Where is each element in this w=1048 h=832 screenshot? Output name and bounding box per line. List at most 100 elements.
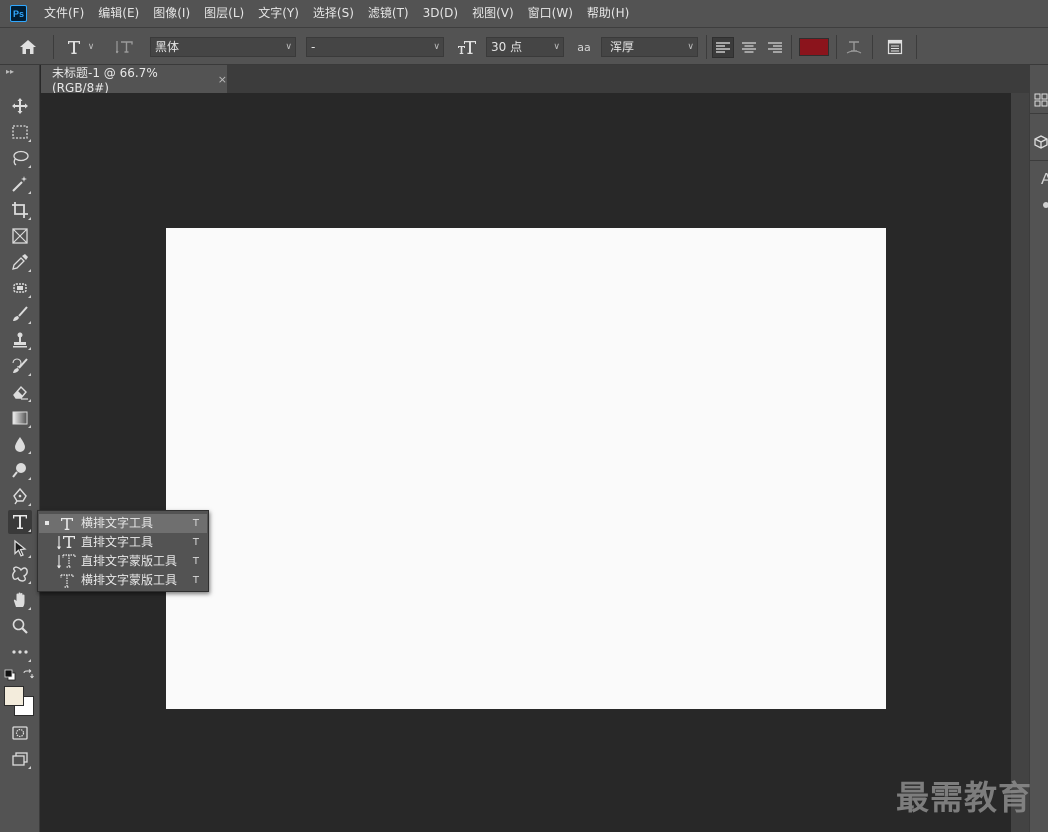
path-selection-tool[interactable] bbox=[8, 536, 32, 560]
quick-mask-button[interactable] bbox=[8, 721, 32, 745]
separator bbox=[706, 35, 707, 59]
zoom-tool[interactable] bbox=[8, 614, 32, 638]
marquee-icon bbox=[12, 125, 28, 139]
brush-tool[interactable] bbox=[8, 302, 32, 326]
document-canvas[interactable] bbox=[166, 228, 886, 709]
swap-colors-button[interactable] bbox=[22, 669, 34, 681]
type-tool-icon bbox=[67, 41, 80, 54]
align-center-button[interactable] bbox=[738, 37, 760, 58]
dodge-tool[interactable] bbox=[8, 458, 32, 482]
brush-icon bbox=[13, 306, 28, 321]
hand-tool[interactable] bbox=[8, 588, 32, 612]
close-icon[interactable]: × bbox=[218, 73, 227, 86]
font-size-field[interactable]: 30 点 ∨ bbox=[486, 37, 564, 57]
quick-mask-icon bbox=[12, 726, 28, 740]
selected-bullet-icon bbox=[45, 521, 49, 525]
type-tool[interactable] bbox=[8, 510, 32, 534]
menu-bar: Ps 文件(F) 编辑(E) 图像(I) 图层(L) 文字(Y) 选择(S) 滤… bbox=[0, 0, 1048, 27]
screen-mode-button[interactable] bbox=[8, 747, 32, 771]
pen-tool[interactable] bbox=[8, 484, 32, 508]
eraser-tool[interactable] bbox=[8, 380, 32, 404]
font-family-select[interactable]: 黑体 ∨ bbox=[150, 37, 296, 57]
panel-grid-icon[interactable] bbox=[1034, 93, 1048, 107]
align-right-button[interactable] bbox=[764, 37, 786, 58]
hand-icon bbox=[13, 592, 25, 607]
eyedropper-tool[interactable] bbox=[8, 250, 32, 274]
options-bar: ∨ 黑体 ∨ - ∨ 30 点 ∨ aa 浑厚 ∨ bbox=[0, 27, 1048, 65]
cube-3d-icon[interactable] bbox=[1034, 135, 1048, 149]
document-tab-bar: 未标题-1 @ 66.7%(RGB/8#) × bbox=[41, 65, 1029, 95]
character-panel-letter[interactable]: A bbox=[1041, 171, 1048, 189]
character-panel-button[interactable] bbox=[882, 28, 908, 66]
watermark-text: 最需教育 bbox=[896, 778, 1032, 817]
separator bbox=[872, 35, 873, 59]
foreground-color-swatch[interactable] bbox=[4, 686, 24, 706]
clone-stamp-icon bbox=[13, 332, 27, 348]
menu-edit[interactable]: 编辑(E) bbox=[91, 0, 146, 27]
marquee-tool[interactable] bbox=[8, 120, 32, 144]
flyout-item-horizontal-type-mask[interactable]: 横排文字蒙版工具 T bbox=[39, 571, 207, 590]
more-dots-icon bbox=[12, 650, 28, 654]
separator bbox=[791, 35, 792, 59]
lasso-tool[interactable] bbox=[8, 146, 32, 170]
tool-preset-picker[interactable]: ∨ bbox=[60, 28, 100, 66]
paragraph-dot-icon[interactable] bbox=[1043, 202, 1048, 208]
menu-filter[interactable]: 滤镜(T) bbox=[361, 0, 416, 27]
history-brush-tool[interactable] bbox=[8, 354, 32, 378]
menu-items: 文件(F) 编辑(E) 图像(I) 图层(L) 文字(Y) 选择(S) 滤镜(T… bbox=[37, 0, 636, 27]
healing-brush-tool[interactable] bbox=[8, 276, 32, 300]
flyout-item-vertical-type[interactable]: 直排文字工具 T bbox=[39, 533, 207, 552]
move-icon bbox=[12, 98, 28, 114]
magnifier-icon bbox=[12, 618, 28, 634]
magic-wand-tool[interactable] bbox=[8, 172, 32, 196]
default-colors-button[interactable] bbox=[4, 669, 16, 681]
separator bbox=[836, 35, 837, 59]
toggle-text-orientation-button[interactable] bbox=[112, 28, 138, 66]
gradient-tool[interactable] bbox=[8, 406, 32, 430]
blur-tool[interactable] bbox=[8, 432, 32, 456]
menu-image[interactable]: 图像(I) bbox=[146, 0, 197, 27]
menu-type[interactable]: 文字(Y) bbox=[251, 0, 306, 27]
flyout-item-horizontal-type[interactable]: 横排文字工具 T bbox=[39, 514, 207, 533]
photoshop-logo[interactable]: Ps bbox=[10, 5, 27, 22]
pen-icon bbox=[13, 487, 27, 505]
home-button[interactable] bbox=[14, 28, 42, 66]
antialias-select[interactable]: 浑厚 ∨ bbox=[601, 37, 698, 57]
warp-text-button[interactable] bbox=[842, 28, 866, 66]
document-tab-title: 未标题-1 @ 66.7%(RGB/8#) bbox=[52, 65, 158, 95]
document-tab[interactable]: 未标题-1 @ 66.7%(RGB/8#) × bbox=[41, 65, 227, 95]
crop-icon bbox=[12, 202, 28, 218]
shape-tool[interactable] bbox=[8, 562, 32, 586]
home-icon bbox=[20, 40, 36, 54]
vertical-scrollbar[interactable] bbox=[1011, 93, 1029, 832]
frame-tool[interactable] bbox=[8, 224, 32, 248]
chevron-down-icon: ∨ bbox=[553, 42, 560, 52]
font-style-select[interactable]: - ∨ bbox=[306, 37, 444, 57]
separator bbox=[53, 35, 54, 59]
crop-tool[interactable] bbox=[8, 198, 32, 222]
menu-3d[interactable]: 3D(D) bbox=[416, 0, 465, 27]
flyout-item-vertical-type-mask[interactable]: 直排文字蒙版工具 T bbox=[39, 552, 207, 571]
menu-help[interactable]: 帮助(H) bbox=[580, 0, 636, 27]
text-color-swatch[interactable] bbox=[799, 38, 829, 56]
move-tool[interactable] bbox=[8, 94, 32, 118]
menu-window[interactable]: 窗口(W) bbox=[521, 0, 580, 27]
menu-select[interactable]: 选择(S) bbox=[306, 0, 361, 27]
vertical-type-mask-icon bbox=[57, 553, 77, 570]
collapse-arrows-icon[interactable]: ▸▸ bbox=[6, 67, 14, 76]
menu-file[interactable]: 文件(F) bbox=[37, 0, 91, 27]
font-size-label bbox=[453, 28, 481, 66]
align-center-icon bbox=[742, 41, 756, 53]
chevron-down-icon: ∨ bbox=[687, 42, 694, 52]
align-left-button[interactable] bbox=[712, 37, 734, 58]
menu-view[interactable]: 视图(V) bbox=[465, 0, 521, 27]
horizontal-type-icon bbox=[57, 515, 77, 532]
vertical-type-icon bbox=[57, 534, 77, 551]
antialias-label: aa bbox=[574, 28, 594, 66]
menu-layer[interactable]: 图层(L) bbox=[197, 0, 251, 27]
antialias-icon: aa bbox=[577, 40, 591, 54]
clone-stamp-tool[interactable] bbox=[8, 328, 32, 352]
canvas-area[interactable] bbox=[41, 93, 1011, 832]
edit-toolbar-button[interactable] bbox=[8, 640, 32, 664]
history-brush-icon bbox=[12, 358, 28, 373]
